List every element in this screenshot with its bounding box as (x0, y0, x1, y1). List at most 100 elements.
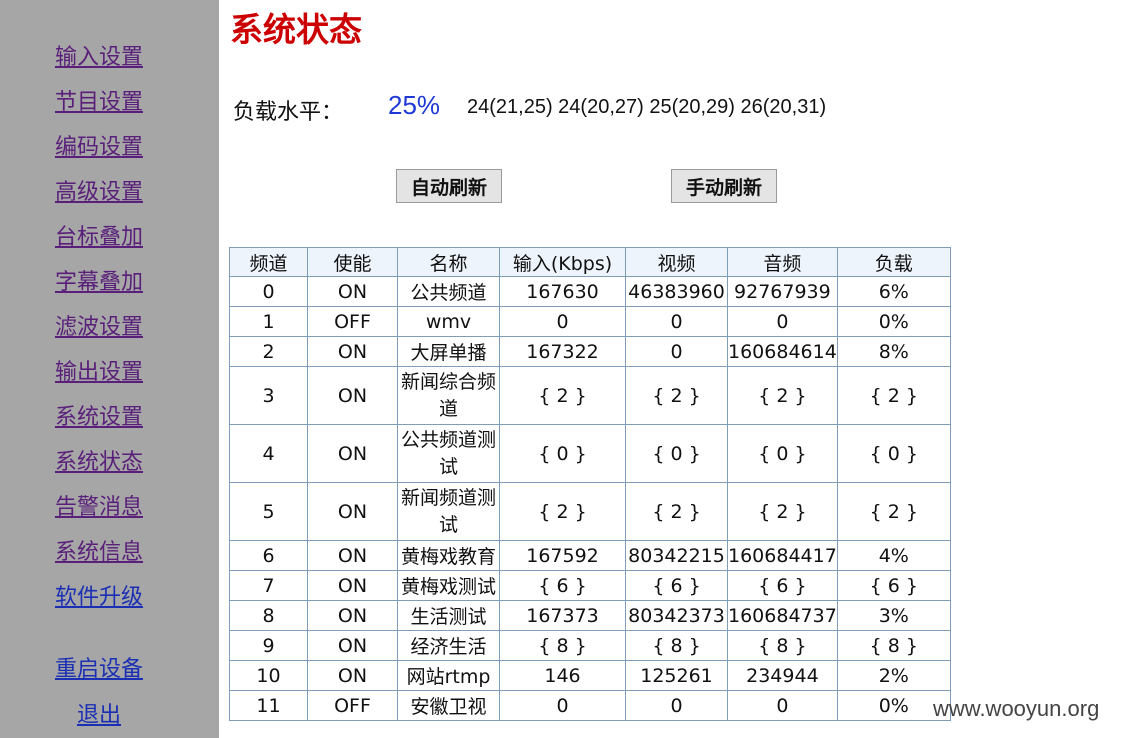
input-cell: 167322 (499, 336, 626, 367)
channel-cell: 2 (229, 336, 308, 367)
load-level-label: 负载水平： (233, 100, 344, 125)
video-cell: { 2 } (625, 366, 728, 425)
input-cell: { 8 } (499, 630, 626, 661)
name-cell: 生活测试 (397, 600, 500, 631)
audio-cell: 160684614 (727, 336, 838, 367)
audio-cell: 160684737 (727, 600, 838, 631)
channel-cell: 0 (229, 276, 308, 307)
video-cell: 0 (625, 336, 728, 367)
video-cell: { 6 } (625, 570, 728, 601)
nav-alarm-messages[interactable]: 告警消息 (0, 494, 198, 522)
video-cell: { 0 } (625, 424, 728, 483)
table-row: 3 ON 新闻综合频道{ 2 }{ 2 }{ 2 }{ 2 } (229, 366, 951, 425)
channel-status-table: 频道 使能 名称 输入(Kbps) 视频 音频 负载 0 ON 公共频道 167630… (229, 247, 951, 721)
input-cell: 167630 (499, 276, 626, 307)
name-cell: 黄梅戏教育 (397, 540, 500, 571)
enabled-cell: ON (307, 570, 398, 601)
table-row: 9 ON 经济生活{ 8 }{ 8 }{ 8 }{ 8 } (229, 630, 951, 661)
nav-system-info[interactable]: 系统信息 (0, 539, 198, 567)
nav-software-upgrade[interactable]: 软件升级 (0, 584, 198, 612)
nav-output-settings[interactable]: 输出设置 (0, 359, 198, 387)
table-row: 4 ON 公共频道测试{ 0 }{ 0 }{ 0 }{ 0 } (229, 424, 951, 483)
nav-input-settings[interactable]: 输入设置 (0, 44, 198, 72)
table-row: 0 ON 公共频道 167630 46383960 92767939 6% (229, 276, 951, 307)
load-cell: 2% (836, 660, 951, 691)
nav-advanced-settings[interactable]: 高级设置 (0, 179, 198, 207)
audio-cell: 0 (727, 690, 838, 721)
auto-refresh-button[interactable]: 自动刷新 (396, 169, 502, 203)
audio-cell: { 2 } (727, 482, 838, 541)
video-cell: { 2 } (625, 482, 728, 541)
load-cell: 6% (836, 276, 951, 307)
nav-logout[interactable]: 退出 (0, 702, 198, 730)
table-row: 6 ON 黄梅戏教育 167592 80342215 160684417 4% (229, 540, 951, 571)
video-cell: 0 (625, 306, 728, 337)
audio-cell: { 8 } (727, 630, 838, 661)
column-header-load: 负载 (836, 247, 951, 277)
table-row: 1 OFF wmv 0 0 0 0% (229, 306, 951, 337)
column-header-audio: 音频 (727, 247, 838, 277)
audio-cell: { 0 } (727, 424, 838, 483)
audio-cell: 234944 (727, 660, 838, 691)
audio-cell: 0 (727, 306, 838, 337)
input-cell: 146 (499, 660, 626, 691)
channel-cell: 9 (229, 630, 308, 661)
load-cell: 8% (836, 336, 951, 367)
name-cell: 安徽卫视 (397, 690, 500, 721)
channel-cell: 5 (229, 482, 308, 541)
enabled-cell: ON (307, 540, 398, 571)
column-header-channel: 频道 (229, 247, 308, 277)
input-cell: { 2 } (499, 482, 626, 541)
nav-filter-settings[interactable]: 滤波设置 (0, 314, 198, 342)
enabled-cell: ON (307, 366, 398, 425)
channel-cell: 11 (229, 690, 308, 721)
channel-cell: 8 (229, 600, 308, 631)
table-row: 2 ON 大屏单播 167322 0 160684614 8% (229, 336, 951, 367)
name-cell: wmv (397, 306, 500, 337)
nav-system-settings[interactable]: 系统设置 (0, 404, 198, 432)
load-cell: 3% (836, 600, 951, 631)
table-row: 10 ON 网站rtmp 146 125261 234944 2% (229, 660, 951, 691)
audio-cell: { 6 } (727, 570, 838, 601)
audio-cell: 92767939 (727, 276, 838, 307)
video-cell: 0 (625, 690, 728, 721)
load-level-history: 24(21,25) 24(20,27) 25(20,29) 26(20,31) (467, 96, 827, 118)
load-cell: 4% (836, 540, 951, 571)
name-cell: 网站rtmp (397, 660, 500, 691)
nav-restart-device[interactable]: 重启设备 (0, 656, 198, 684)
nav-encoding-settings[interactable]: 编码设置 (0, 134, 198, 162)
name-cell: 新闻综合频道 (397, 366, 500, 425)
channel-cell: 1 (229, 306, 308, 337)
video-cell: 46383960 (625, 276, 728, 307)
column-header-input-kbps: 输入(Kbps) (499, 247, 626, 277)
column-header-enabled: 使能 (307, 247, 398, 277)
video-cell: 80342373 (625, 600, 728, 631)
name-cell: 大屏单播 (397, 336, 500, 367)
nav-subtitle-overlay[interactable]: 字幕叠加 (0, 269, 198, 297)
enabled-cell: ON (307, 660, 398, 691)
column-header-name: 名称 (397, 247, 500, 277)
input-cell: { 6 } (499, 570, 626, 601)
channel-cell: 3 (229, 366, 308, 425)
channel-cell: 6 (229, 540, 308, 571)
enabled-cell: ON (307, 630, 398, 661)
table-row: 11 OFF 安徽卫视 0 0 0 0% (229, 690, 951, 721)
page-title: 系统状态 (230, 10, 362, 49)
input-cell: { 2 } (499, 366, 626, 425)
load-cell: { 6 } (836, 570, 951, 601)
load-cell: { 2 } (836, 482, 951, 541)
nav-program-settings[interactable]: 节目设置 (0, 89, 198, 117)
input-cell: 167592 (499, 540, 626, 571)
load-cell: 0% (836, 306, 951, 337)
manual-refresh-button[interactable]: 手动刷新 (671, 169, 777, 203)
nav-logo-overlay[interactable]: 台标叠加 (0, 224, 198, 252)
sidebar-nav: 输入设置 节目设置 编码设置 高级设置 台标叠加 字幕叠加 滤波设置 输出设置 … (0, 0, 219, 738)
video-cell: { 8 } (625, 630, 728, 661)
input-cell: 0 (499, 690, 626, 721)
channel-cell: 10 (229, 660, 308, 691)
enabled-cell: ON (307, 276, 398, 307)
nav-system-status[interactable]: 系统状态 (0, 449, 198, 477)
enabled-cell: OFF (307, 690, 398, 721)
channel-cell: 7 (229, 570, 308, 601)
input-cell: 167373 (499, 600, 626, 631)
